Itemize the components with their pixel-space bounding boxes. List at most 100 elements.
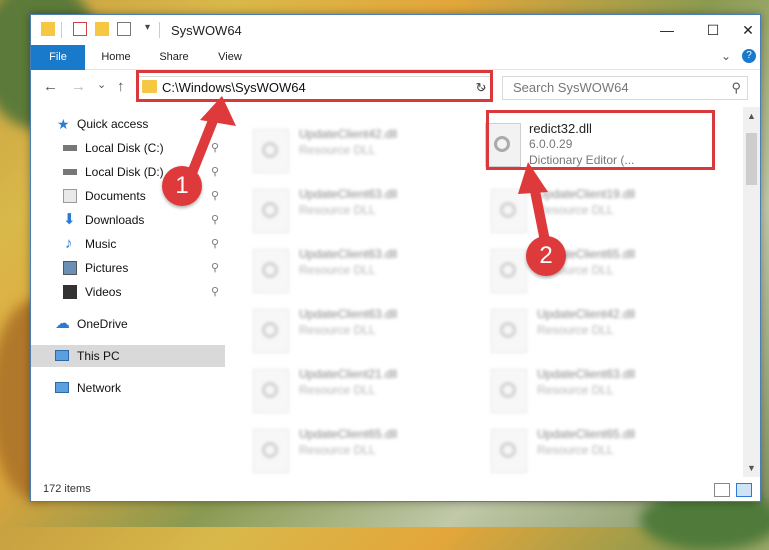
status-bar: 172 items [31,479,760,501]
network-icon [55,382,69,393]
address-bar-highlight [136,70,493,102]
list-item[interactable]: UpdateClient21.dll Resource DLL [229,363,449,419]
sidebar-item-label: OneDrive [77,317,128,331]
sidebar-item-onedrive[interactable]: ☁ OneDrive [31,313,225,335]
list-item[interactable]: UpdateClient63.dll Resource DLL [229,243,449,299]
search-placeholder: Search SysWOW64 [513,80,629,95]
title-bar: ▾ SysWOW64 — ☐ ✕ [31,15,760,45]
file-type: Resource DLL [299,203,376,217]
cloud-icon: ☁ [55,315,70,332]
sidebar-item-label: Local Disk (D:) [85,165,164,179]
help-icon[interactable]: ? [742,49,756,63]
sidebar-item-label: Documents [85,189,146,203]
file-type: Resource DLL [537,443,614,457]
file-type: Resource DLL [299,443,376,457]
file-type: Resource DLL [299,323,376,337]
file-name: UpdateClient21.dll [299,367,398,381]
dll-file-icon [253,429,289,473]
list-item[interactable]: UpdateClient63.dll Resource DLL [467,363,687,419]
drive-icon [63,169,77,175]
chevron-down-icon[interactable]: ⌄ [721,49,731,63]
customize-toolbar-icon[interactable] [117,22,131,36]
sidebar-item-videos[interactable]: Videos ⚲ [31,281,225,303]
item-count: 172 items [43,483,91,495]
file-name: UpdateClient19.dll [537,187,636,201]
file-name: UpdateClient63.dll [299,307,398,321]
tab-view[interactable]: View [205,45,255,69]
sidebar-item-this-pc[interactable]: This PC [31,345,225,367]
list-item[interactable]: UpdateClient19.dll Resource DLL [467,183,687,239]
tab-home[interactable]: Home [91,45,141,69]
divider [61,22,62,38]
list-item[interactable]: UpdateClient42.dll Resource DLL [467,303,687,359]
forward-button[interactable]: → [71,78,86,95]
drive-icon [63,145,77,151]
documents-icon [63,189,77,203]
pin-icon[interactable]: ⚲ [211,209,219,231]
dll-file-icon [253,189,289,233]
list-item[interactable]: UpdateClient42.dll Resource DLL [229,123,449,179]
search-icon: ⚲ [731,80,741,95]
up-button[interactable]: ↑ [117,78,125,95]
pin-icon[interactable]: ⚲ [211,281,219,303]
file-name: UpdateClient63.dll [299,187,398,201]
close-button[interactable]: ✕ [736,15,760,45]
navigation-pane: ★ Quick access Local Disk (C:) ⚲ Local D… [31,107,225,477]
list-item[interactable]: UpdateClient65.dll Resource DLL [229,423,449,477]
sidebar-item-label: Downloads [85,213,145,227]
vertical-scrollbar[interactable]: ▲ ▼ [743,107,760,477]
music-icon: ♪ [65,235,73,252]
file-type: Resource DLL [299,263,376,277]
dll-file-icon [491,309,527,353]
sidebar-item-local-disk-c[interactable]: Local Disk (C:) ⚲ [31,137,225,159]
file-type: Resource DLL [537,323,614,337]
dll-file-icon [253,309,289,353]
pin-icon[interactable]: ⚲ [211,161,219,183]
pin-icon[interactable]: ⚲ [211,137,219,159]
minimize-button[interactable]: — [644,15,690,45]
file-type: Resource DLL [299,383,376,397]
file-highlight [486,110,715,170]
dll-file-icon [491,189,527,233]
list-item[interactable]: UpdateClient65.dll Resource DLL [467,423,687,477]
sidebar-item-pictures[interactable]: Pictures ⚲ [31,257,225,279]
tab-share[interactable]: Share [149,45,199,69]
list-item[interactable]: UpdateClient63.dll Resource DLL [229,183,449,239]
scrollbar-thumb[interactable] [746,133,757,185]
file-type: Resource DLL [537,203,614,217]
details-view-icon[interactable] [714,483,730,497]
scroll-up-icon[interactable]: ▲ [747,111,756,121]
pin-icon[interactable]: ⚲ [211,185,219,207]
dll-file-icon [491,369,527,413]
recent-locations-button[interactable]: ⌄ [97,78,106,91]
dll-file-icon [491,429,527,473]
large-icons-view-icon[interactable] [736,483,752,497]
scroll-down-icon[interactable]: ▼ [747,463,756,473]
maximize-button[interactable]: ☐ [690,15,736,45]
file-name: UpdateClient65.dll [299,427,398,441]
properties-icon[interactable] [73,22,87,36]
dll-file-icon [253,369,289,413]
list-item[interactable]: UpdateClient63.dll Resource DLL [229,303,449,359]
list-item[interactable]: UpdateClient65.dll Resource DLL [467,243,687,299]
pin-icon[interactable]: ⚲ [211,233,219,255]
file-name: UpdateClient42.dll [299,127,398,141]
new-folder-icon[interactable] [95,22,109,36]
search-input[interactable]: Search SysWOW64 ⚲ [502,76,748,100]
videos-icon [63,285,77,299]
chevron-down-icon[interactable]: ▾ [145,22,150,33]
file-type: Resource DLL [299,143,376,157]
pictures-icon [63,261,77,275]
sidebar-item-label: Music [85,237,117,251]
back-button[interactable]: ← [43,78,58,95]
sidebar-item-downloads[interactable]: ⬇ Downloads ⚲ [31,209,225,231]
pin-icon[interactable]: ⚲ [211,257,219,279]
sidebar-item-label: Pictures [85,261,129,275]
sidebar-item-quick-access[interactable]: ★ Quick access [31,113,225,135]
file-name: UpdateClient42.dll [537,307,636,321]
sidebar-item-network[interactable]: Network [31,377,225,399]
dll-file-icon [253,249,289,293]
sidebar-item-music[interactable]: ♪ Music ⚲ [31,233,225,255]
divider [159,22,160,38]
file-name: UpdateClient63.dll [299,247,398,261]
